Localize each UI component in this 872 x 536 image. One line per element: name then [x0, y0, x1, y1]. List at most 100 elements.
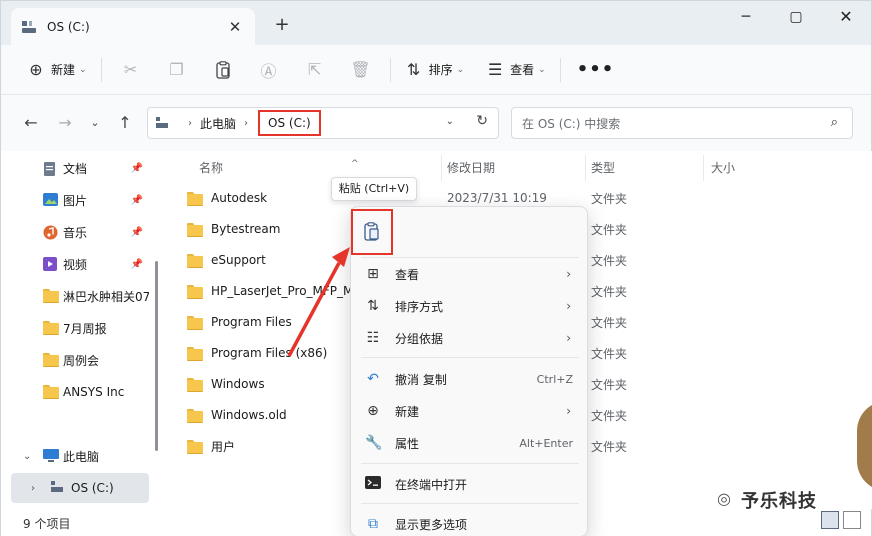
- folder-icon: [187, 377, 203, 392]
- sidebar-item-documents[interactable]: 文档 📌: [11, 153, 149, 183]
- chevron-down-icon: ⌄: [456, 64, 465, 75]
- close-window-button[interactable]: ✕: [823, 5, 869, 29]
- menu-item-new[interactable]: ⊕ 新建 ›: [357, 396, 583, 426]
- chevron-right-icon: ›: [566, 267, 571, 281]
- breadcrumb-chevron-icon: ›: [188, 117, 192, 129]
- chevron-right-icon: ›: [566, 404, 571, 418]
- more-options-icon: ⧉: [368, 516, 378, 532]
- breadcrumb-os-c[interactable]: OS (C:): [258, 110, 321, 136]
- sidebar-item-folder[interactable]: 7月周报: [11, 313, 149, 343]
- forward-arrow-icon[interactable]: →: [55, 113, 75, 133]
- address-row: ← → ⌄ ↑ › 此电脑 › OS (C:) ⌄ ↻ 在 OS (C:) 中搜…: [1, 95, 871, 151]
- copy-icon[interactable]: ❐: [154, 54, 200, 86]
- menu-item-undo[interactable]: ↶ 撤消 复制 Ctrl+Z: [357, 364, 583, 394]
- menu-item-properties[interactable]: 🔧 属性 Alt+Enter: [357, 428, 583, 458]
- toolbar-divider: [100, 57, 102, 82]
- wechat-icon: ◎: [717, 489, 731, 508]
- command-bar: ⊕ 新建 ⌄ ✂ ❐ Ⓐ ⇱ 🗑 ⇅ 排序 ⌄ ☰ 查看 ⌄ •••: [1, 45, 871, 95]
- paste-icon: [364, 222, 380, 242]
- chevron-down-icon: ⌄: [538, 64, 546, 75]
- computer-small-icon: [156, 117, 170, 129]
- sidebar-item-folder[interactable]: 淋巴水肿相关07: [11, 281, 149, 311]
- column-header-name[interactable]: 名称 ^: [199, 157, 359, 179]
- chevron-right-icon: ›: [566, 299, 571, 313]
- breadcrumb-chevron-icon: ›: [244, 117, 249, 129]
- new-tab-button[interactable]: +: [271, 15, 293, 37]
- refresh-icon[interactable]: ↻: [476, 113, 488, 129]
- chevron-right-icon[interactable]: ›: [31, 483, 35, 494]
- music-icon: [43, 225, 59, 240]
- menu-item-more-options[interactable]: ⧉ 显示更多选项: [357, 509, 583, 536]
- search-input[interactable]: 在 OS (C:) 中搜索 ⌕: [511, 107, 853, 139]
- folder-icon: [43, 353, 59, 367]
- breadcrumb-this-pc[interactable]: 此电脑: [200, 115, 236, 132]
- sort-icon: ⇅: [367, 298, 379, 314]
- menu-divider: [361, 357, 579, 358]
- tab-os-c[interactable]: OS (C:) ✕: [11, 8, 255, 45]
- folder-icon: [187, 222, 203, 237]
- pin-icon: 📌: [130, 194, 143, 206]
- close-tab-icon[interactable]: ✕: [225, 18, 245, 36]
- folder-icon: [187, 284, 203, 299]
- details-view-toggle[interactable]: [821, 511, 839, 529]
- menu-item-sort[interactable]: ⇅ 排序方式 ›: [357, 291, 583, 321]
- delete-icon[interactable]: 🗑: [338, 54, 384, 86]
- back-arrow-icon[interactable]: ←: [21, 113, 41, 133]
- column-divider[interactable]: [703, 155, 704, 181]
- column-divider[interactable]: [585, 155, 586, 181]
- paste-button[interactable]: [351, 209, 393, 255]
- chevron-down-icon[interactable]: ⌄: [23, 451, 31, 462]
- menu-item-view[interactable]: ⊞ 查看 ›: [357, 259, 583, 289]
- folder-icon: [187, 439, 203, 454]
- new-button[interactable]: ⊕ 新建 ⌄: [19, 54, 95, 86]
- sidebar-item-pictures[interactable]: 图片 📌: [11, 185, 149, 215]
- sort-ascending-icon: ^: [351, 159, 359, 169]
- paste-toolbar-icon[interactable]: [200, 54, 246, 86]
- column-header-date[interactable]: 修改日期: [447, 157, 495, 179]
- address-bar[interactable]: › 此电脑 › OS (C:) ⌄ ↻: [147, 107, 499, 139]
- share-icon[interactable]: ⇱: [292, 54, 338, 86]
- column-header-type[interactable]: 类型: [591, 157, 615, 179]
- watermark: 予乐科技: [741, 491, 817, 512]
- column-divider[interactable]: [441, 155, 442, 181]
- sort-label: 排序: [428, 63, 453, 77]
- folder-icon: [187, 191, 203, 206]
- sort-button[interactable]: ⇅ 排序 ⌄: [397, 54, 473, 86]
- item-count: 9 个项目: [23, 516, 71, 531]
- pin-icon: 📌: [130, 162, 143, 174]
- cut-icon[interactable]: ✂: [108, 54, 154, 86]
- properties-icon: 🔧: [365, 435, 383, 451]
- view-label: 查看: [510, 63, 535, 77]
- computer-icon: [43, 449, 59, 463]
- folder-icon: [187, 408, 203, 423]
- maximize-button[interactable]: ▢: [773, 5, 819, 29]
- rename-icon[interactable]: Ⓐ: [246, 54, 292, 86]
- chevron-right-icon: ›: [566, 331, 571, 345]
- view-button[interactable]: ☰ 查看 ⌄: [478, 54, 554, 86]
- sidebar-scrollbar[interactable]: [155, 261, 158, 451]
- more-options-button[interactable]: •••: [567, 59, 625, 80]
- undo-icon: ↶: [367, 371, 379, 387]
- menu-item-terminal[interactable]: 在终端中打开: [357, 469, 583, 499]
- sidebar-item-folder[interactable]: ANSYS Inc: [11, 377, 149, 407]
- toolbar-divider: [559, 57, 561, 82]
- sort-icon: ⇅: [406, 59, 421, 79]
- sidebar-item-this-pc[interactable]: ⌄ 此电脑: [11, 441, 149, 471]
- sidebar-item-videos[interactable]: 视频 📌: [11, 249, 149, 279]
- pin-icon: 📌: [130, 258, 143, 270]
- folder-icon: [187, 346, 203, 361]
- tiles-view-toggle[interactable]: [843, 511, 861, 529]
- minimize-button[interactable]: ─: [723, 5, 769, 29]
- up-arrow-icon[interactable]: ↑: [115, 113, 135, 133]
- address-dropdown-icon[interactable]: ⌄: [446, 116, 454, 127]
- sidebar-item-os-c[interactable]: › OS (C:): [11, 473, 149, 503]
- sidebar-item-folder[interactable]: 周例会: [11, 345, 149, 375]
- group-icon: ☷: [366, 330, 380, 346]
- menu-item-group[interactable]: ☷ 分组依据 ›: [357, 323, 583, 353]
- recent-chevron-icon[interactable]: ⌄: [85, 113, 105, 133]
- column-header-size[interactable]: 大小: [711, 157, 735, 179]
- list-view-icon: ☰: [487, 59, 503, 79]
- chevron-down-icon: ⌄: [79, 64, 87, 75]
- sidebar-item-music[interactable]: 音乐 📌: [11, 217, 149, 247]
- document-icon: [43, 161, 59, 176]
